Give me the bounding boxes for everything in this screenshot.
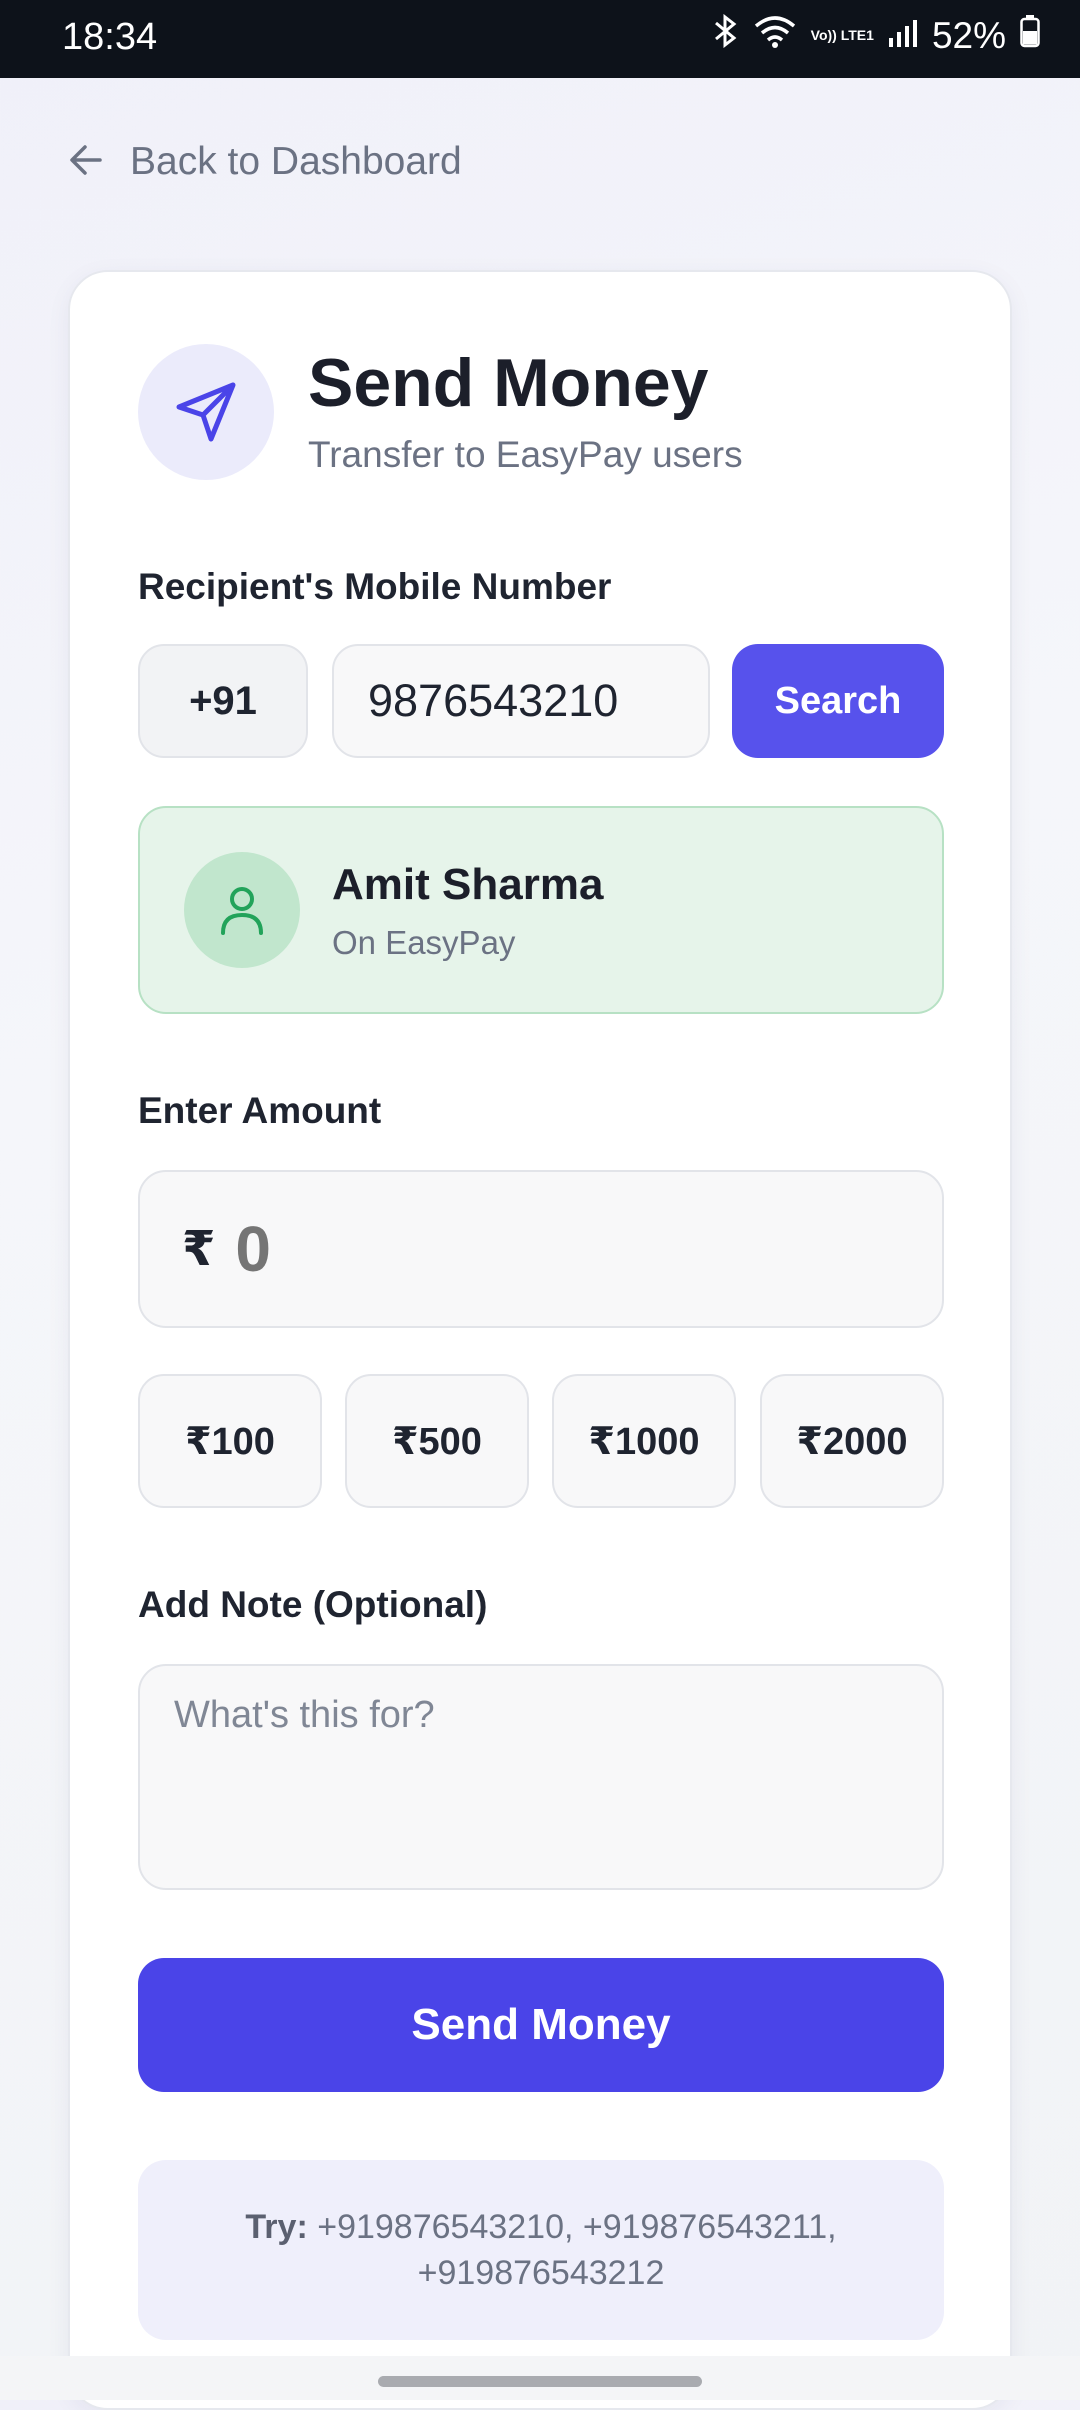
- battery-percent: 52%: [931, 14, 1006, 56]
- amount-field[interactable]: ₹: [138, 1170, 944, 1328]
- hint-prefix: Try:: [245, 2208, 308, 2246]
- quick-amount-100[interactable]: ₹100: [138, 1374, 322, 1508]
- quick-amount-2000[interactable]: ₹2000: [760, 1374, 944, 1508]
- home-gesture-bar[interactable]: [378, 2376, 702, 2387]
- arrow-left-icon: [68, 142, 104, 183]
- quick-amount-500[interactable]: ₹500: [345, 1374, 529, 1508]
- status-icons: Vo)) LTE1 52%: [713, 13, 1040, 57]
- hint-numbers: +919876543210, +919876543211, +919876543…: [317, 2208, 837, 2292]
- amount-input[interactable]: [233, 1211, 838, 1287]
- bluetooth-icon: [713, 13, 739, 57]
- note-input[interactable]: [138, 1664, 944, 1890]
- search-button[interactable]: Search: [732, 644, 944, 758]
- status-bar: 18:34 Vo)) LTE1 52%: [0, 0, 1080, 78]
- page-title: Send Money: [308, 345, 709, 421]
- navigation-bar: [0, 2356, 1080, 2400]
- country-code[interactable]: +91: [138, 644, 308, 758]
- signal-icon: [888, 15, 918, 57]
- send-money-card: Send Money Transfer to EasyPay users Rec…: [68, 270, 1012, 2410]
- user-icon: [184, 852, 300, 968]
- battery-icon: [1020, 14, 1040, 57]
- status-time: 18:34: [62, 16, 158, 58]
- mobile-number-input[interactable]: [332, 644, 710, 758]
- amount-label: Enter Amount: [138, 1090, 382, 1131]
- recipient-status: On EasyPay: [332, 924, 516, 961]
- note-label: Add Note (Optional): [138, 1584, 488, 1625]
- wifi-icon: [753, 14, 797, 57]
- rupee-symbol: ₹: [182, 1223, 216, 1276]
- page-subtitle: Transfer to EasyPay users: [308, 434, 743, 475]
- network-type: Vo)) LTE1: [810, 27, 874, 43]
- quick-amount-1000[interactable]: ₹1000: [552, 1374, 736, 1508]
- test-numbers-hint: Try: +919876543210, +919876543211, +9198…: [138, 2160, 944, 2340]
- send-money-button[interactable]: Send Money: [138, 1958, 944, 2092]
- back-label: Back to Dashboard: [130, 140, 462, 183]
- send-icon: [138, 344, 274, 480]
- recipient-card: Amit Sharma On EasyPay: [138, 806, 944, 1014]
- back-to-dashboard-link[interactable]: Back to Dashboard: [68, 140, 462, 184]
- recipient-name: Amit Sharma: [332, 860, 604, 909]
- recipient-number-label: Recipient's Mobile Number: [138, 566, 612, 607]
